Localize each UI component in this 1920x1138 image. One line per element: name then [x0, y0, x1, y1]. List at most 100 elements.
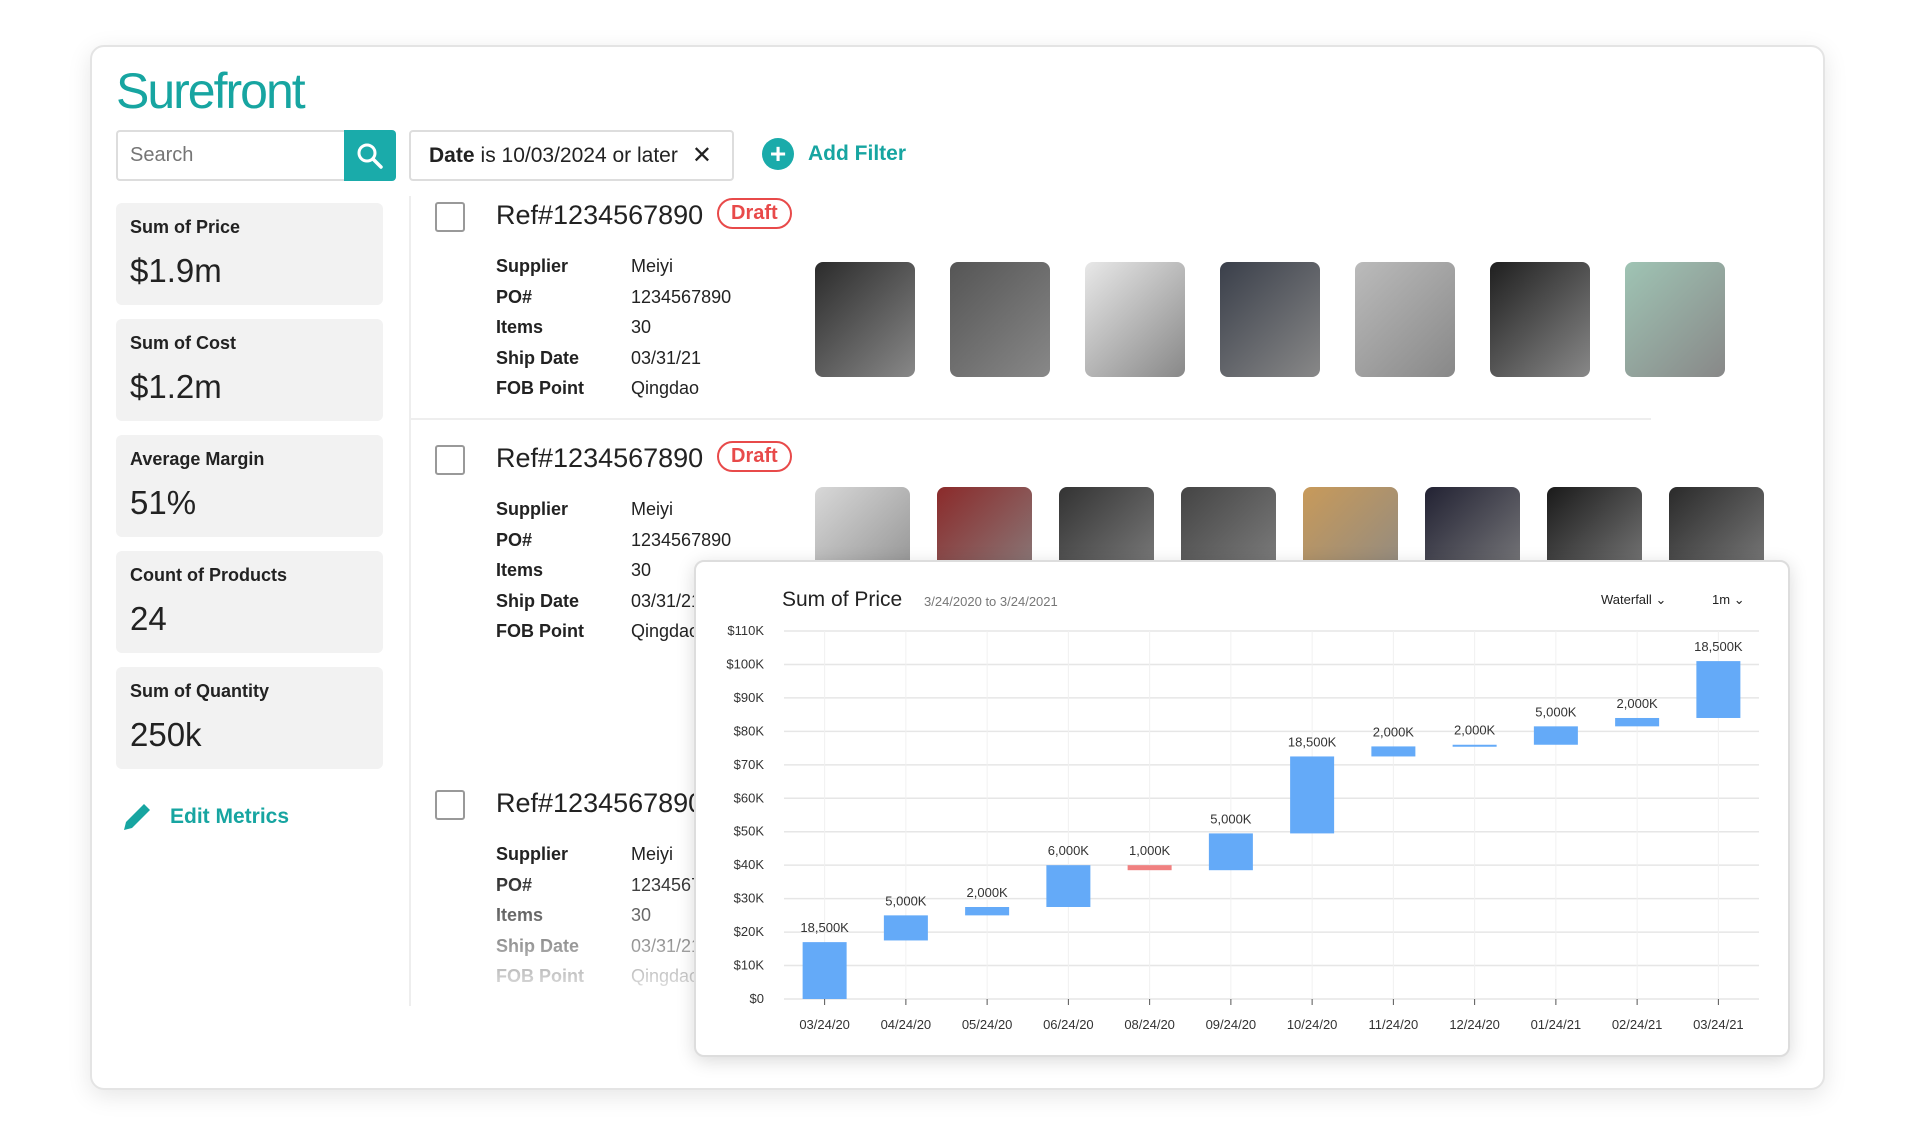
metric-value: $1.2m	[130, 368, 222, 405]
metric-value: 24	[130, 600, 167, 637]
field-value: 03/31/21	[631, 347, 702, 368]
metric-label: Sum of Price	[130, 217, 241, 237]
x-tick-label: 01/24/21	[1531, 1017, 1582, 1032]
filter-field: Date	[429, 143, 475, 167]
edit-metrics-button[interactable]: Edit Metrics	[120, 800, 289, 834]
field-value: Qingdao	[631, 621, 700, 641]
product-image-laptop[interactable]	[1220, 262, 1320, 377]
field-label: Ship Date	[496, 347, 580, 368]
data-label: 5,000K	[885, 893, 927, 908]
y-tick-label: $90K	[734, 690, 765, 705]
y-tick-label: $80K	[734, 723, 765, 738]
close-icon[interactable]: ✕	[692, 141, 712, 170]
waterfall-bar	[1127, 865, 1172, 871]
waterfall-bar	[1615, 717, 1660, 727]
plus-circle-icon: +	[762, 138, 794, 170]
data-label: 18,500K	[800, 920, 849, 935]
y-tick-label: $50K	[734, 824, 765, 839]
metric-value: 250k	[130, 716, 202, 753]
waterfall-chart: $0 $10K $20K $30K $40K $50K $60K $70K $80K $90K $1…	[726, 623, 1759, 1032]
y-tick-label: $70K	[734, 757, 765, 772]
y-tick-label: $110K	[727, 623, 764, 638]
x-tick-label: 09/24/20	[1206, 1017, 1257, 1032]
field-label: FOB Point	[496, 621, 584, 641]
sum-of-price-chart-panel: Sum of Price 3/24/2020 to 3/24/2021 Wate…	[694, 560, 1790, 1057]
waterfall-bar	[802, 942, 847, 999]
waterfall-bar	[1452, 744, 1497, 747]
product-image-earbuds-case[interactable]	[1625, 262, 1725, 377]
field-label: Items	[496, 317, 544, 337]
product-image-thermostat[interactable]	[1085, 262, 1185, 377]
data-label: 1,000K	[1129, 843, 1171, 858]
x-tick-label: 10/24/20	[1287, 1017, 1338, 1032]
metric-card: Average Margin 51%	[116, 435, 383, 537]
select-checkbox[interactable]	[435, 445, 465, 475]
data-label: 6,000K	[1048, 843, 1090, 858]
product-image-smartwatch[interactable]	[815, 262, 915, 377]
field-value: Meiyi	[631, 256, 674, 276]
x-tick-label: 12/24/20	[1449, 1017, 1500, 1032]
x-tick-label: 02/24/21	[1612, 1017, 1663, 1032]
order-card[interactable]: Ref#1234567890 Draft Supplier Meiyi PO# 12345…	[411, 198, 1791, 402]
order-ref[interactable]: Ref#1234567890	[496, 200, 703, 231]
waterfall-bar	[883, 915, 928, 941]
y-tick-label: $10K	[734, 958, 765, 973]
metric-card: Sum of Cost $1.2m	[116, 319, 383, 421]
add-filter-button[interactable]: + Add Filter	[762, 138, 906, 170]
field-value: 1234567890	[631, 286, 732, 307]
waterfall-bar	[1696, 661, 1741, 718]
metric-card: Sum of Quantity 250k	[116, 667, 383, 769]
select-checkbox[interactable]	[435, 202, 465, 232]
select-checkbox[interactable]	[435, 790, 465, 820]
metric-label: Sum of Quantity	[130, 681, 269, 701]
order-ref[interactable]: Ref#1234567890	[496, 443, 703, 474]
data-label: 2,000K	[1454, 723, 1496, 738]
field-value: Qingdao	[631, 378, 700, 398]
waterfall-bar	[1208, 833, 1253, 871]
data-label: 18,500K	[1694, 639, 1743, 654]
field-label: FOB Point	[496, 378, 584, 398]
waterfall-bar	[1371, 746, 1416, 757]
waterfall-bar	[1533, 726, 1578, 745]
y-tick-label: $30K	[734, 891, 765, 906]
metric-label: Count of Products	[130, 565, 287, 585]
metric-value: $1.9m	[130, 252, 222, 289]
filter-condition: is 10/03/2024 or later	[480, 143, 678, 167]
list-fade	[411, 870, 711, 1010]
pencil-icon	[124, 804, 150, 830]
add-filter-label: Add Filter	[808, 142, 906, 165]
data-label: 5,000K	[1210, 811, 1252, 826]
x-tick-label: 03/24/21	[1693, 1017, 1744, 1032]
field-value: 30	[631, 317, 652, 337]
y-tick-label: $60K	[734, 790, 765, 805]
field-label: Items	[496, 560, 544, 580]
field-label: Ship Date	[496, 590, 580, 611]
data-label: 2,000K	[1373, 724, 1415, 739]
waterfall-bar	[1290, 756, 1335, 834]
divider	[411, 418, 1651, 420]
order-ref[interactable]: Ref#1234567890	[496, 788, 703, 819]
field-label: PO#	[496, 286, 533, 307]
edit-metrics-label: Edit Metrics	[170, 805, 290, 828]
x-tick-label: 04/24/20	[881, 1017, 932, 1032]
metric-card: Count of Products 24	[116, 551, 383, 653]
search-input[interactable]	[116, 130, 346, 181]
metric-label: Sum of Cost	[130, 333, 236, 353]
waterfall-bar	[1046, 865, 1091, 907]
y-tick-label: $20K	[734, 924, 765, 939]
field-label: Supplier	[496, 256, 569, 276]
date-filter-chip[interactable]: Date is 10/03/2024 or later ✕	[409, 130, 734, 181]
search-button[interactable]	[344, 130, 396, 181]
product-image-alarm-clock[interactable]	[1355, 262, 1455, 377]
x-tick-label: 06/24/20	[1043, 1017, 1094, 1032]
y-tick-label: $40K	[734, 857, 765, 872]
y-tick-label: $100K	[726, 656, 764, 671]
field-label: Supplier	[496, 499, 569, 519]
y-tick-label: $0	[750, 991, 764, 1006]
product-image-coffee-maker[interactable]	[950, 262, 1050, 377]
metric-label: Average Margin	[130, 449, 265, 469]
search-icon	[357, 143, 383, 169]
product-image-headphones[interactable]	[1490, 262, 1590, 377]
field-label: PO#	[496, 529, 533, 550]
x-tick-label: 03/24/20	[799, 1017, 850, 1032]
